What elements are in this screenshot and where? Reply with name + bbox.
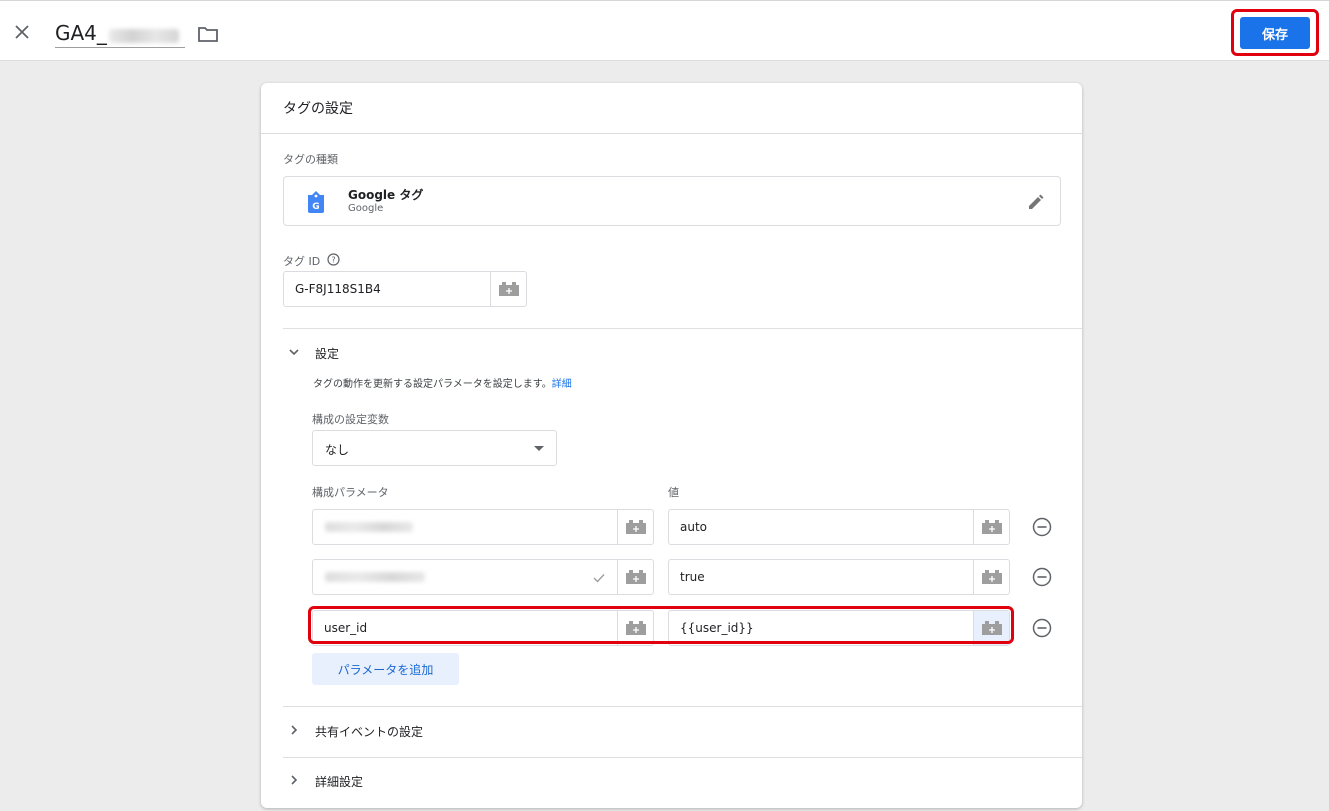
settings-section-title[interactable]: 設定: [315, 345, 339, 362]
top-bar: GA4_ 保存: [0, 0, 1329, 61]
variable-brick-icon: [499, 282, 519, 296]
variable-brick-icon: [982, 520, 1002, 534]
shared-events-section-title[interactable]: 共有イベントの設定: [315, 723, 423, 740]
variable-brick-icon: [626, 570, 646, 584]
tag-id-input[interactable]: G-F8J118S1B4: [283, 271, 527, 307]
variable-picker-button[interactable]: [973, 510, 1009, 544]
close-icon[interactable]: [11, 21, 33, 43]
tag-id-value: G-F8J118S1B4: [295, 282, 381, 296]
value-column-label: 値: [668, 486, 679, 499]
variable-brick-icon: [982, 570, 1002, 584]
advanced-section-title[interactable]: 詳細設定: [315, 773, 363, 790]
redacted-text: [108, 28, 179, 43]
param-value: true: [680, 570, 705, 584]
details-link[interactable]: 詳細: [552, 379, 572, 390]
save-button[interactable]: 保存: [1240, 17, 1310, 49]
divider: [283, 328, 1082, 329]
tag-config-card: タグの設定 タグの種類 G Google タグ Google タグ ID ? G…: [261, 83, 1082, 808]
tag-id-label: タグ ID: [283, 255, 321, 268]
tag-type-vendor: Google: [348, 203, 384, 214]
check-icon: [593, 574, 605, 583]
tag-type-selector[interactable]: G Google タグ Google: [283, 176, 1061, 226]
redacted-text: [325, 522, 413, 532]
param-name-input[interactable]: [312, 509, 654, 545]
tag-type-name: Google タグ: [348, 188, 424, 202]
param-column-label: 構成パラメータ: [312, 486, 389, 499]
row-highlight-box: [308, 606, 1014, 644]
config-variable-label: 構成の設定変数: [312, 413, 389, 426]
chevron-right-icon[interactable]: [287, 723, 301, 737]
param-value-input[interactable]: auto: [668, 509, 1010, 545]
settings-description-text: タグの動作を更新する設定パラメータを設定します。: [313, 379, 552, 390]
config-variable-value: なし: [325, 443, 350, 457]
chevron-down-icon[interactable]: [287, 345, 301, 359]
remove-row-icon[interactable]: [1032, 517, 1052, 537]
card-header: タグの設定: [261, 83, 1082, 134]
variable-picker-button[interactable]: [973, 560, 1009, 594]
remove-row-icon[interactable]: [1032, 567, 1052, 587]
param-value-input[interactable]: true: [668, 559, 1010, 595]
remove-row-icon[interactable]: [1032, 618, 1052, 638]
help-icon[interactable]: ?: [327, 253, 340, 266]
container-name-field[interactable]: GA4_: [55, 21, 185, 48]
svg-text:?: ?: [331, 256, 335, 265]
config-variable-select[interactable]: なし: [312, 430, 557, 466]
redacted-text: [325, 572, 425, 582]
card-title: タグの設定: [283, 101, 353, 117]
folder-icon[interactable]: [197, 24, 219, 44]
add-parameter-button[interactable]: パラメータを追加: [312, 653, 459, 685]
dropdown-arrow-icon: [534, 446, 544, 451]
divider: [283, 706, 1082, 707]
variable-picker-button[interactable]: [490, 272, 526, 306]
container-name: GA4_: [55, 21, 107, 45]
variable-brick-icon: [626, 520, 646, 534]
variable-picker-button[interactable]: [617, 510, 653, 544]
divider: [283, 757, 1082, 758]
param-value: auto: [680, 520, 708, 534]
settings-description: タグの動作を更新する設定パラメータを設定します。詳細: [313, 375, 572, 390]
tag-type-label: タグの種類: [283, 153, 338, 166]
chevron-right-icon[interactable]: [287, 773, 301, 787]
google-tag-icon: G: [308, 191, 324, 213]
variable-picker-button[interactable]: [617, 560, 653, 594]
edit-pencil-icon[interactable]: [1026, 192, 1046, 212]
svg-text:G: G: [312, 202, 319, 212]
param-name-input[interactable]: [312, 559, 654, 595]
